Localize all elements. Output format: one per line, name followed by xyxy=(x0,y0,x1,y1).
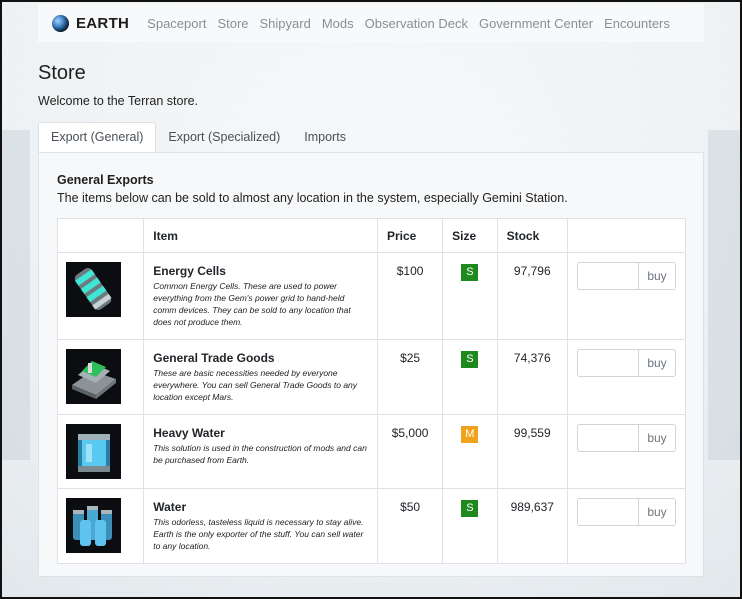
brand[interactable]: EARTH xyxy=(52,14,130,32)
page-title: Store xyxy=(38,62,86,84)
table-header-row: Item Price Size Stock xyxy=(56,218,686,253)
buy-group: buy xyxy=(577,424,676,452)
tab-imports[interactable]: Imports xyxy=(292,122,358,152)
heavy-water-icon xyxy=(66,424,121,479)
quantity-input[interactable] xyxy=(577,349,638,377)
table-row: General Trade Goods These are basic nece… xyxy=(56,339,686,415)
nav-link-encounters[interactable]: Encounters xyxy=(604,16,670,31)
tab-export-general[interactable]: Export (General) xyxy=(38,122,157,153)
item-price: $50 xyxy=(376,488,444,564)
item-description: This odorless, tasteless liquid is neces… xyxy=(153,517,364,551)
quantity-input[interactable] xyxy=(577,424,638,452)
item-description: Common Energy Cells. These are used to p… xyxy=(153,281,351,327)
item-description: This solution is used in the constructio… xyxy=(153,443,367,465)
tab-export-specialized[interactable]: Export (Specialized) xyxy=(156,122,292,152)
header-image xyxy=(56,218,145,253)
quantity-input[interactable] xyxy=(577,498,638,526)
item-stock: 99,559 xyxy=(496,414,569,489)
navbar: EARTH Spaceport Store Shipyard Mods Obse… xyxy=(38,4,704,42)
nav-link-shipyard[interactable]: Shipyard xyxy=(260,16,311,31)
brand-name: EARTH xyxy=(76,14,130,32)
table-row: Water This odorless, tasteless liquid is… xyxy=(56,488,686,564)
water-icon xyxy=(66,498,121,553)
buy-group: buy xyxy=(577,349,676,377)
trade-goods-icon xyxy=(66,349,121,404)
item-stock: 74,376 xyxy=(496,339,569,415)
nav-link-store[interactable]: Store xyxy=(217,16,248,31)
table-row: Energy Cells Common Energy Cells. These … xyxy=(56,252,686,340)
item-stock: 97,796 xyxy=(496,252,569,340)
items-table: Item Price Size Stock Energy Cells Commo… xyxy=(56,218,686,564)
nav-link-spaceport[interactable]: Spaceport xyxy=(147,16,206,31)
buy-button[interactable]: buy xyxy=(638,424,676,452)
buy-group: buy xyxy=(577,262,676,290)
quantity-input[interactable] xyxy=(577,262,638,290)
item-description: These are basic necessities needed by ev… xyxy=(153,368,358,402)
item-name: Heavy Water xyxy=(153,426,225,440)
size-badge: S xyxy=(461,351,479,368)
header-size: Size xyxy=(442,218,498,253)
header-stock: Stock xyxy=(496,218,569,253)
size-badge: S xyxy=(461,264,479,281)
header-item: Item xyxy=(143,218,378,253)
buy-group: buy xyxy=(577,498,676,526)
page-subtitle: Welcome to the Terran store. xyxy=(38,94,199,108)
buy-button[interactable]: buy xyxy=(638,262,676,290)
nav-link-observation-deck[interactable]: Observation Deck xyxy=(365,16,468,31)
item-stock: 989,637 xyxy=(496,488,569,564)
section-description: The items below can be sold to almost an… xyxy=(57,191,568,205)
tab-panel: General Exports The items below can be s… xyxy=(38,152,704,577)
item-price: $100 xyxy=(376,252,444,340)
nav-link-mods[interactable]: Mods xyxy=(322,16,354,31)
header-action xyxy=(567,218,686,253)
buy-button[interactable]: buy xyxy=(638,349,676,377)
table-row: Heavy Water This solution is used in the… xyxy=(56,414,686,489)
tab-bar: Export (General) Export (Specialized) Im… xyxy=(38,122,358,153)
header-price: Price xyxy=(376,218,444,253)
buy-button[interactable]: buy xyxy=(638,498,676,526)
section-title: General Exports xyxy=(57,173,154,187)
item-price: $25 xyxy=(376,339,444,415)
size-badge: M xyxy=(461,426,479,443)
item-name: General Trade Goods xyxy=(153,351,275,365)
energy-cell-icon xyxy=(66,262,121,317)
item-name: Energy Cells xyxy=(153,264,226,278)
globe-icon xyxy=(52,14,69,32)
item-name: Water xyxy=(153,500,187,514)
nav-link-government-center[interactable]: Government Center xyxy=(479,16,593,31)
size-badge: S xyxy=(461,500,479,517)
item-price: $5,000 xyxy=(376,414,444,489)
